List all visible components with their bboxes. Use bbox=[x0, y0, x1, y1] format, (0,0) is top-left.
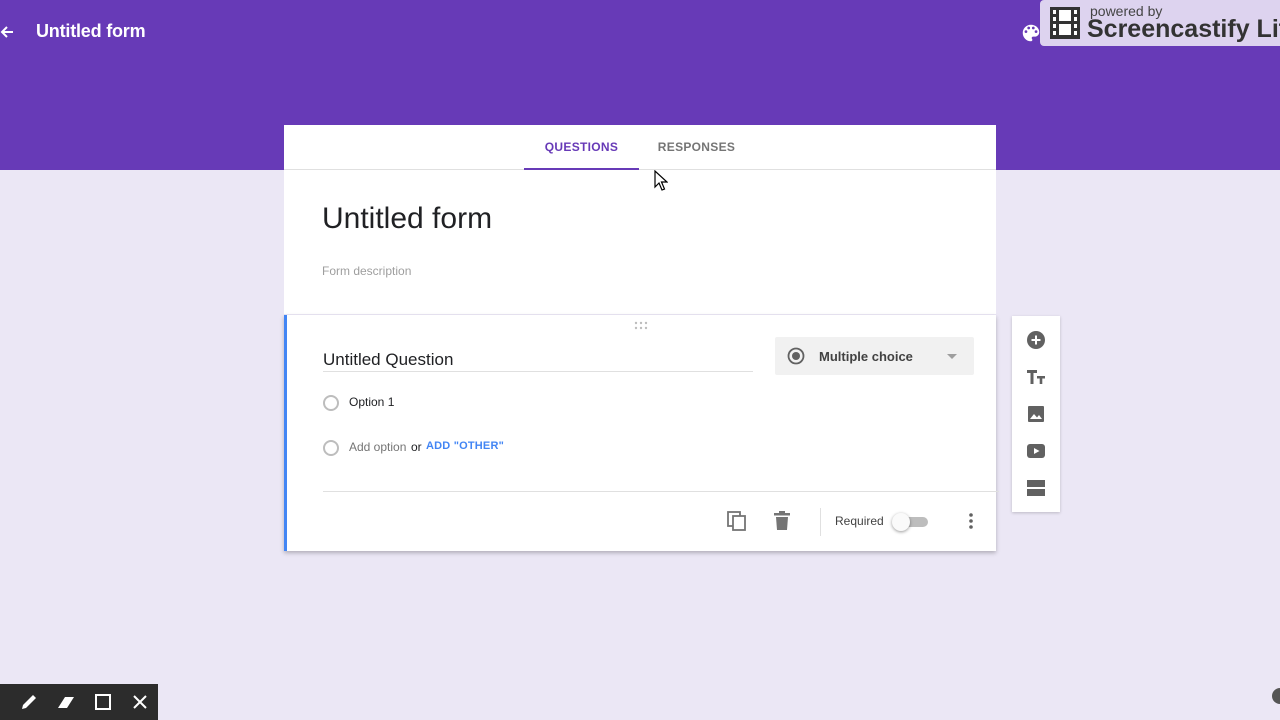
question-type-dropdown[interactable]: Multiple choice bbox=[775, 337, 974, 375]
tabs-bar: QUESTIONS RESPONSES bbox=[284, 125, 996, 170]
or-text: or bbox=[411, 440, 422, 454]
add-other-link[interactable]: ADD "OTHER" bbox=[426, 440, 504, 452]
option-1-label[interactable]: Option 1 bbox=[349, 395, 394, 409]
form-description-field[interactable]: Form description bbox=[322, 264, 411, 278]
add-image-icon[interactable] bbox=[1024, 402, 1048, 426]
app-title: Untitled form bbox=[36, 21, 146, 41]
palette-icon[interactable] bbox=[1020, 22, 1042, 44]
add-section-icon[interactable] bbox=[1024, 476, 1048, 500]
required-toggle[interactable] bbox=[892, 511, 932, 533]
arrow-back-icon[interactable] bbox=[0, 22, 16, 42]
add-option-field[interactable]: Add option bbox=[349, 440, 406, 454]
tab-responses[interactable]: RESPONSES bbox=[644, 125, 749, 170]
question-title-underline bbox=[323, 371, 753, 372]
screencastify-watermark: powered by Screencastify Lit bbox=[1040, 0, 1280, 46]
delete-icon[interactable] bbox=[773, 510, 791, 532]
duplicate-icon[interactable] bbox=[726, 510, 748, 532]
footer-separator bbox=[820, 508, 821, 536]
toggle-knob bbox=[892, 513, 910, 531]
add-question-icon[interactable] bbox=[1024, 328, 1048, 352]
mouse-cursor-icon bbox=[654, 170, 668, 191]
film-strip-icon bbox=[1050, 7, 1080, 39]
add-option-radio-icon bbox=[323, 440, 339, 456]
dropdown-arrow-icon bbox=[947, 354, 957, 359]
rectangle-icon[interactable] bbox=[93, 692, 113, 712]
question-title-input[interactable]: Untitled Question bbox=[323, 350, 453, 370]
tab-questions[interactable]: QUESTIONS bbox=[524, 125, 639, 170]
annotation-toolbar bbox=[0, 684, 158, 720]
add-title-icon[interactable] bbox=[1024, 365, 1048, 389]
question-card[interactable]: Untitled Question Multiple choice Option… bbox=[284, 315, 999, 551]
watermark-brand: Screencastify Lit bbox=[1087, 15, 1280, 43]
close-icon[interactable] bbox=[130, 692, 150, 712]
drag-handle-icon[interactable] bbox=[634, 321, 650, 331]
more-vert-icon[interactable] bbox=[967, 512, 975, 530]
form-title[interactable]: Untitled form bbox=[322, 202, 492, 236]
radio-button-icon bbox=[787, 347, 805, 365]
question-footer-divider bbox=[323, 491, 999, 492]
corner-indicator bbox=[1272, 688, 1280, 704]
question-type-label: Multiple choice bbox=[819, 349, 913, 364]
side-toolbar bbox=[1012, 316, 1060, 512]
required-label: Required bbox=[835, 514, 884, 528]
form-title-card: Untitled form Form description bbox=[284, 170, 996, 314]
add-video-icon[interactable] bbox=[1024, 439, 1048, 463]
option-radio-icon bbox=[323, 395, 339, 411]
pen-icon[interactable] bbox=[19, 692, 39, 712]
highlighter-icon[interactable] bbox=[56, 692, 76, 712]
